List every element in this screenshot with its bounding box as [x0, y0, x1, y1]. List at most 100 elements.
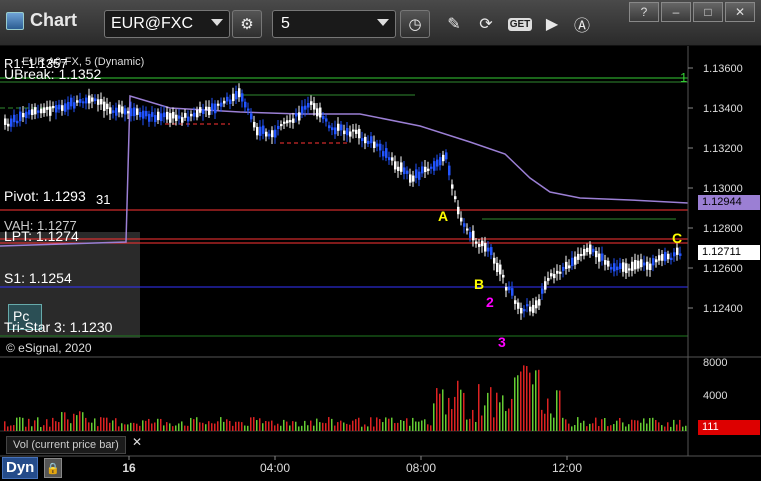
candle-body [196, 110, 199, 118]
annotation-b: B [474, 276, 485, 292]
volume-bar [526, 366, 528, 431]
candle-body [463, 223, 466, 227]
volume-bar [415, 421, 417, 431]
draw-tool-button[interactable]: ✎ [440, 10, 468, 38]
candle-body [61, 105, 64, 111]
candle-body [508, 286, 511, 291]
candle-body [319, 107, 322, 118]
clock-button[interactable]: ◷ [400, 10, 430, 38]
symbol-input[interactable]: EUR@FXC [104, 10, 230, 38]
price-axis: 1.13600 1.13400 1.13200 1.13000 1.12800 1.126… [688, 63, 743, 402]
volume-bar [55, 421, 57, 431]
volume-bar [259, 418, 261, 431]
toolbar: Chart EUR@FXC ⚙ 5 ◷ ✎ ⟳ GET ▶ Ⓐ ? – □ ✕ [0, 0, 761, 46]
volume-bar [43, 425, 45, 431]
candle-body [487, 247, 490, 252]
volume-bar [22, 417, 24, 431]
volume-bar [67, 419, 69, 431]
studies-button[interactable]: ⟳ [472, 10, 500, 38]
candle-body [610, 267, 613, 270]
get-button[interactable]: GET [506, 10, 534, 38]
volume-bar [475, 421, 477, 431]
candle-body [343, 130, 346, 135]
volume-bar [70, 423, 72, 431]
volume-bar [442, 389, 444, 431]
volume-bar [289, 425, 291, 431]
candle-body [622, 262, 625, 272]
price-chart[interactable]: 1.13600 1.13400 1.13200 1.13000 1.12800 1.126… [0, 46, 761, 481]
volume-bar [598, 426, 600, 431]
volume-bar [82, 412, 84, 431]
volume-bar [388, 418, 390, 431]
volume-bar [91, 422, 93, 431]
clock-icon: ◷ [408, 16, 422, 33]
candle-body [43, 107, 46, 113]
candle-body [517, 302, 520, 309]
volume-bar [568, 423, 570, 431]
volume-bar [349, 424, 351, 431]
volume-study-label[interactable]: Vol (current price bar) [6, 436, 126, 454]
candle-body [535, 300, 538, 309]
volume-bar [652, 417, 654, 431]
lock-icon[interactable]: 🔒 [44, 458, 62, 478]
chevron-down-icon[interactable] [211, 19, 223, 26]
pivot-fragment-label: 31 [96, 192, 111, 207]
candle-body [484, 242, 487, 252]
chart-area[interactable]: 1.13600 1.13400 1.13200 1.13000 1.12800 1.126… [0, 46, 761, 481]
candle-body [361, 138, 364, 142]
volume-bar [613, 424, 615, 431]
candle-body [178, 115, 181, 119]
candle-body [349, 131, 352, 137]
minimize-button[interactable]: – [661, 2, 691, 22]
volume-bar [190, 417, 192, 431]
candle-body [388, 157, 391, 161]
volume-bar [364, 424, 366, 431]
candle-body [166, 111, 169, 120]
volume-bar [604, 418, 606, 431]
help-button[interactable]: ? [629, 2, 659, 22]
candle-body [106, 103, 109, 110]
pencil-icon: ✎ [447, 16, 461, 33]
volume-bar [247, 425, 249, 431]
candle-body [94, 98, 97, 101]
volume-bar [76, 415, 78, 431]
candle-body [574, 256, 577, 265]
candle-body [316, 108, 319, 117]
candle-body [115, 107, 118, 116]
volume-bar [118, 426, 120, 431]
volume-bar [112, 420, 114, 431]
volume-bar [463, 392, 465, 431]
candle-body [385, 148, 388, 158]
candle-body [52, 105, 55, 109]
dyn-button[interactable]: Dyn [2, 457, 39, 479]
volume-bar [274, 425, 276, 431]
play-button[interactable]: ▶ [538, 10, 566, 38]
candle-body [223, 100, 226, 104]
candle-body [214, 103, 217, 114]
candle-body [490, 247, 493, 256]
volume-bar [616, 420, 618, 431]
candle-body [127, 111, 130, 114]
close-button[interactable]: ✕ [725, 2, 755, 22]
annotation-2: 2 [486, 294, 494, 310]
alert-button[interactable]: Ⓐ [568, 10, 596, 38]
maximize-button[interactable]: □ [693, 2, 723, 22]
volume-bar [154, 422, 156, 431]
candle-body [667, 253, 670, 260]
candle-body [382, 151, 385, 157]
candle-body [85, 97, 88, 104]
candle-body [202, 109, 205, 114]
candle-body [79, 99, 82, 103]
chevron-down-icon[interactable] [377, 19, 389, 26]
volume-bar [181, 421, 183, 431]
interval-select[interactable]: 5 [272, 10, 396, 38]
settings-button[interactable]: ⚙ [232, 10, 262, 38]
volume-bar [505, 411, 507, 431]
candle-body [82, 101, 85, 104]
close-icon[interactable]: ✕ [132, 435, 142, 449]
chart-app-icon [6, 11, 24, 30]
candle-body [298, 112, 301, 121]
candle-body [466, 228, 469, 231]
candle-body [598, 253, 601, 262]
candle-body [130, 108, 133, 117]
